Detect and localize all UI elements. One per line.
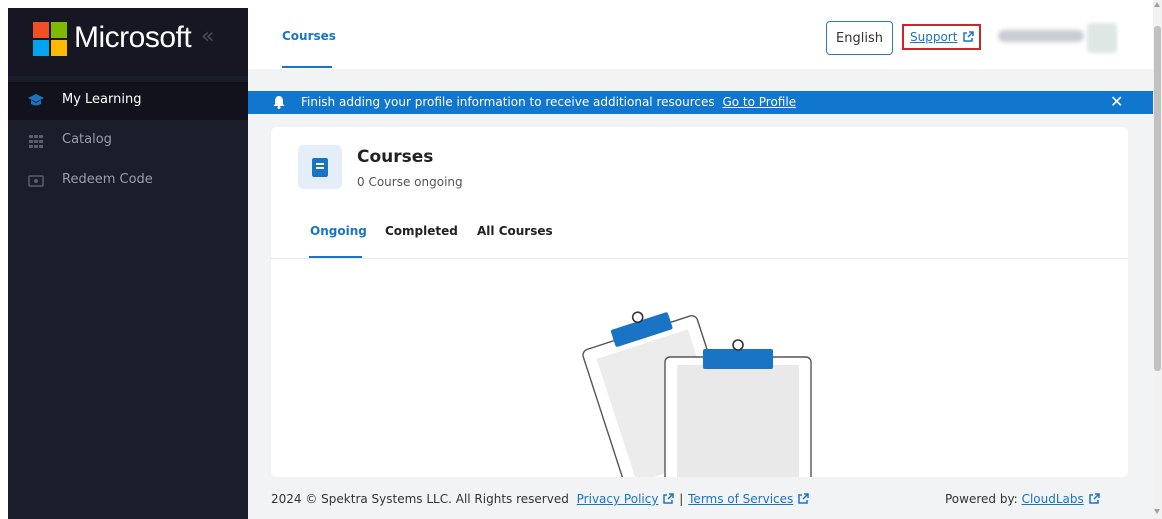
grid-icon <box>29 135 43 148</box>
external-link-icon <box>798 493 810 504</box>
scrollbar-thumb[interactable] <box>1154 26 1161 371</box>
bell-icon <box>273 96 285 109</box>
support-label: Support <box>910 30 958 44</box>
tab-ongoing[interactable]: Ongoing <box>310 224 367 238</box>
go-to-profile-link[interactable]: Go to Profile <box>722 95 796 109</box>
app-frame: Microsoft « My Learning Catalog Redeem C… <box>0 0 1162 519</box>
sidebar-item-label: Redeem Code <box>62 172 153 187</box>
top-bar: Courses English Support <box>248 8 1153 69</box>
powered-by-label: Powered by: <box>945 492 1018 506</box>
course-count: 0 Course ongoing <box>357 175 463 189</box>
profile-banner: Finish adding your profile information t… <box>248 91 1153 114</box>
copyright-label: 2024 © Spektra Systems LLC. All Rights r… <box>271 492 569 506</box>
sidebar-item-label: Catalog <box>62 132 112 147</box>
brand-name: Microsoft <box>74 21 192 54</box>
footer-separator: | <box>679 492 684 506</box>
support-link[interactable]: Support <box>902 24 981 50</box>
graduation-cap-icon <box>28 94 44 106</box>
banner-message: Finish adding your profile information t… <box>301 95 796 109</box>
sidebar-item-catalog[interactable]: Catalog <box>8 122 248 160</box>
powered-by: Powered by: CloudLabs <box>945 492 1100 506</box>
privacy-policy-link[interactable]: Privacy Policy <box>577 492 659 506</box>
sidebar: Microsoft « My Learning Catalog Redeem C… <box>8 8 248 519</box>
terms-of-services-link[interactable]: Terms of Services <box>688 492 793 506</box>
microsoft-logo-icon <box>33 22 67 56</box>
divider <box>271 258 1128 259</box>
copyright-text: 2024 © Spektra Systems LLC. All Rights r… <box>271 492 810 506</box>
external-link-icon <box>963 31 975 42</box>
sidebar-item-label: My Learning <box>62 92 142 107</box>
language-button[interactable]: English <box>826 21 893 55</box>
external-link-icon <box>1089 493 1100 504</box>
courses-card: Courses 0 Course ongoing Ongoing Complet… <box>271 127 1128 477</box>
footer: 2024 © Spektra Systems LLC. All Rights r… <box>248 477 1153 519</box>
tab-completed[interactable]: Completed <box>385 224 458 238</box>
cloudlabs-link[interactable]: CloudLabs <box>1022 492 1084 506</box>
user-name-blurred[interactable] <box>998 30 1084 42</box>
sidebar-item-redeem-code[interactable]: Redeem Code <box>8 162 248 200</box>
scroll-up-arrow-icon[interactable] <box>1154 2 1160 7</box>
avatar[interactable] <box>1087 23 1117 53</box>
tab-all-courses[interactable]: All Courses <box>477 224 553 238</box>
banner-message-text: Finish adding your profile information t… <box>301 95 715 109</box>
sidebar-item-my-learning[interactable]: My Learning <box>8 82 248 120</box>
empty-clipboard-illustration <box>582 311 812 477</box>
collapse-sidebar-icon[interactable]: « <box>201 24 214 49</box>
brand-header: Microsoft « <box>8 8 248 76</box>
tab-courses[interactable]: Courses <box>282 29 336 43</box>
close-icon[interactable]: ✕ <box>1110 92 1123 111</box>
vertical-scrollbar[interactable] <box>1153 0 1162 519</box>
external-link-icon <box>663 493 675 504</box>
book-icon <box>298 145 342 189</box>
active-tab-indicator <box>282 66 332 68</box>
page-title: Courses <box>357 147 434 167</box>
ticket-icon <box>28 175 44 187</box>
scroll-down-arrow-icon[interactable] <box>1154 509 1160 514</box>
